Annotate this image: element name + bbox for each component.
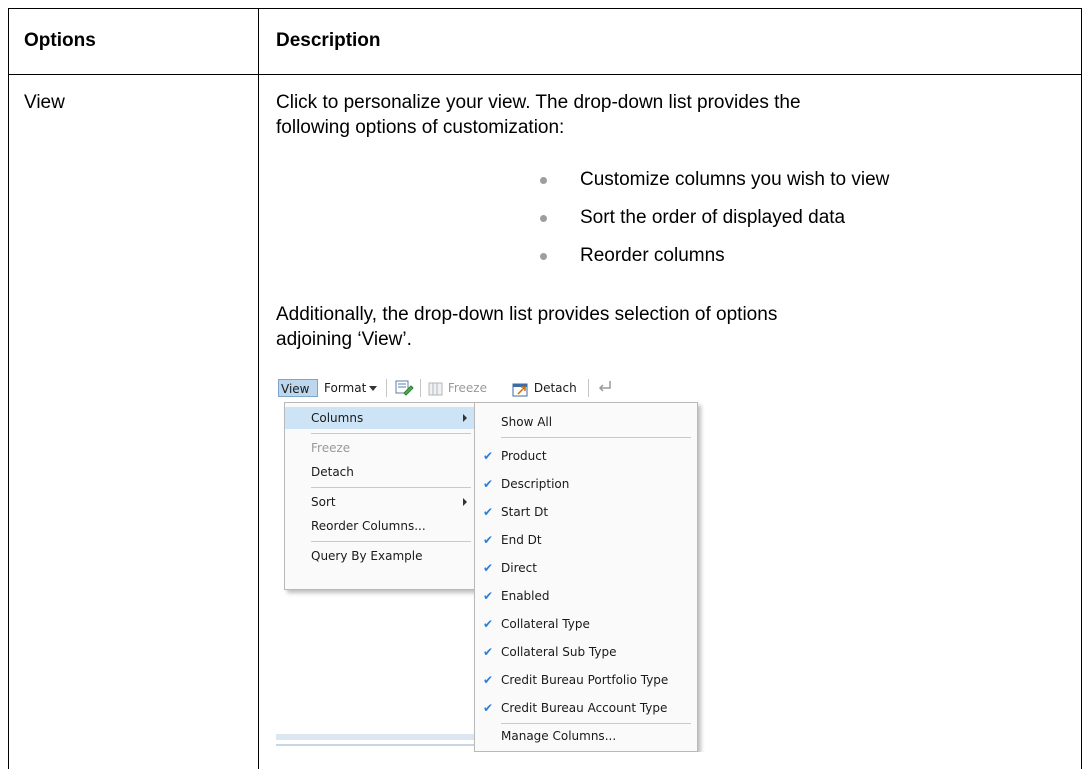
checkmark-icon: ✔: [483, 701, 494, 715]
freeze-icon: [428, 382, 443, 395]
column-item[interactable]: ✔ Collateral Type: [475, 613, 695, 635]
chevron-right-icon: [463, 498, 467, 506]
menu-item-query-by-example[interactable]: Query By Example: [285, 545, 475, 567]
column-item[interactable]: ✔ Credit Bureau Account Type: [475, 697, 695, 719]
chevron-right-icon: [463, 414, 467, 422]
table-header-divider: [8, 74, 1082, 75]
header-description: Description: [276, 30, 381, 51]
column-item[interactable]: ✔ Collateral Sub Type: [475, 641, 695, 663]
column-item[interactable]: ✔ End Dt: [475, 529, 695, 551]
menu-item-columns[interactable]: Columns: [285, 407, 475, 429]
checkmark-icon: ✔: [483, 533, 494, 547]
menu-separator: [311, 433, 471, 434]
customization-list: Customize columns you wish to view Sort …: [530, 168, 889, 282]
menu-item-detach[interactable]: Detach: [285, 461, 475, 483]
checkmark-icon: ✔: [483, 505, 494, 519]
description-line-1: Click to personalize your view. The drop…: [276, 92, 801, 113]
freeze-button[interactable]: Freeze: [428, 379, 487, 397]
chevron-down-icon: [369, 386, 378, 391]
toolbar-separator: [588, 379, 589, 397]
edit-icon[interactable]: [394, 379, 414, 397]
checkmark-icon: ✔: [483, 561, 494, 575]
detach-icon: [512, 383, 528, 396]
detach-button[interactable]: Detach: [512, 379, 577, 397]
column-item[interactable]: ✔ Credit Bureau Portfolio Type: [475, 669, 695, 691]
background-table-row: [276, 734, 476, 740]
list-item: Customize columns you wish to view: [530, 168, 889, 206]
menu-separator: [501, 723, 691, 724]
list-item: Reorder columns: [530, 244, 889, 282]
header-options: Options: [24, 30, 96, 51]
menu-separator: [501, 437, 691, 438]
menu-item-reorder-columns[interactable]: Reorder Columns...: [285, 515, 475, 537]
view-menu-button[interactable]: View: [278, 379, 318, 410]
column-item[interactable]: ✔ Enabled: [475, 585, 695, 607]
table-column-divider: [258, 8, 259, 769]
bullet-icon: [540, 177, 547, 184]
view-menu-screenshot: View Format Freeze Detach Columns Freeze: [276, 374, 706, 752]
wrap-icon[interactable]: [596, 379, 614, 397]
table-right-border: [1081, 8, 1082, 769]
menu-item-manage-columns[interactable]: Manage Columns...: [475, 725, 695, 747]
column-item[interactable]: ✔ Start Dt: [475, 501, 695, 523]
description-line-2: following options of customization:: [276, 117, 565, 138]
checkmark-icon: ✔: [483, 645, 494, 659]
option-view: View: [24, 92, 65, 113]
column-item[interactable]: ✔ Description: [475, 473, 695, 495]
columns-submenu: Show All ✔ Product ✔ Description ✔ Start Dt…: [474, 402, 698, 752]
list-item: Sort the order of displayed data: [530, 206, 889, 244]
checkmark-icon: ✔: [483, 617, 494, 631]
checkmark-icon: ✔: [483, 477, 494, 491]
menu-separator: [311, 541, 471, 542]
table-top-border: [8, 8, 1082, 9]
toolbar: View Format Freeze Detach: [276, 374, 706, 410]
menu-item-show-all[interactable]: Show All: [475, 411, 695, 433]
toolbar-separator: [386, 379, 387, 397]
checkmark-icon: ✔: [483, 589, 494, 603]
column-item[interactable]: ✔ Product: [475, 445, 695, 467]
format-menu-button[interactable]: Format: [324, 379, 378, 397]
additional-line-1: Additionally, the drop-down list provide…: [276, 304, 778, 325]
view-dropdown-menu: Columns Freeze Detach Sort Reorder Colum…: [284, 402, 478, 590]
bullet-icon: [540, 253, 547, 260]
background-table-row: [276, 744, 476, 746]
table-left-border: [8, 8, 9, 769]
additional-line-2: adjoining ‘View’.: [276, 329, 412, 350]
menu-item-sort[interactable]: Sort: [285, 491, 475, 513]
menu-separator: [311, 487, 471, 488]
checkmark-icon: ✔: [483, 449, 494, 463]
column-item[interactable]: ✔ Direct: [475, 557, 695, 579]
bullet-icon: [540, 215, 547, 222]
menu-item-freeze[interactable]: Freeze: [285, 437, 475, 459]
toolbar-separator: [420, 379, 421, 397]
checkmark-icon: ✔: [483, 673, 494, 687]
